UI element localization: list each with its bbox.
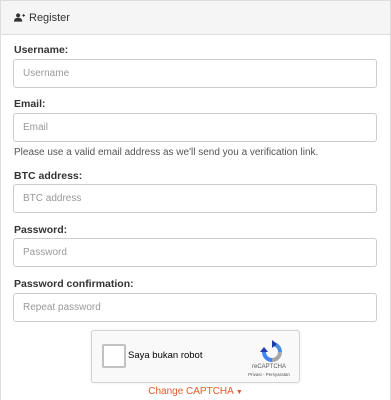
username-label: Username: [14,44,69,56]
recaptcha-label: Saya bukan robot [128,350,203,361]
password-input[interactable] [13,238,377,267]
password-confirmation-input[interactable] [13,293,377,322]
panel-title: Register [29,11,70,24]
panel-heading: Register [1,1,390,35]
recaptcha-brand: reCAPTCHA [251,364,286,370]
username-input[interactable] [13,59,377,88]
change-captcha-label: Change CAPTCHA [148,386,234,397]
change-captcha-link[interactable]: Change CAPTCHA ▼ [0,386,391,397]
email-input[interactable] [13,113,377,142]
caret-down-icon: ▼ [235,389,243,396]
user-plus-icon [14,13,25,22]
password-confirmation-label: Password confirmation: [14,278,134,290]
email-label: Email: [14,98,46,110]
btc-address-label: BTC address: [14,170,83,182]
recaptcha-checkbox[interactable] [102,344,126,368]
recaptcha-widget: Saya bukan robot reCAPTCHA Privasi - Per… [91,330,300,383]
recaptcha-terms-link[interactable]: Privasi - Persyaratan [240,372,298,377]
email-help-text: Please use a valid email address as we'l… [14,147,319,158]
password-label: Password: [14,224,68,236]
btc-address-input[interactable] [13,184,377,213]
recaptcha-logo-icon [260,340,282,362]
